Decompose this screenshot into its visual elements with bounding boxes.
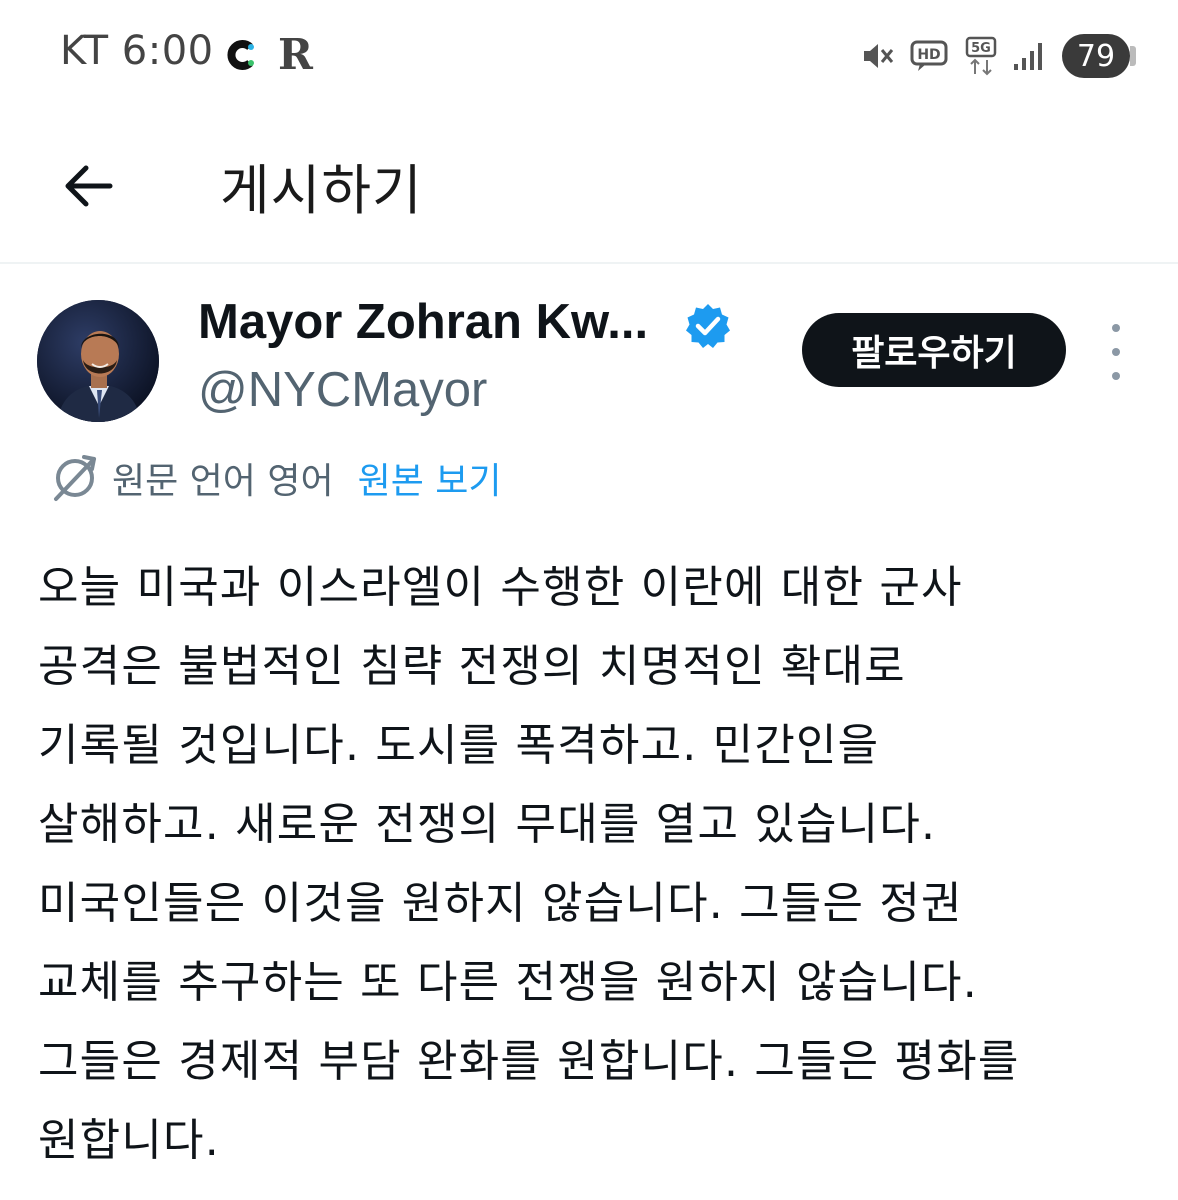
translate-icon xyxy=(54,455,96,501)
author-handle[interactable]: @NYCMayor xyxy=(198,362,487,418)
post-text-line: 기록될 것입니다. 도시를 폭격하고. 민간인을 xyxy=(38,720,880,771)
svg-text:5G: 5G xyxy=(971,41,991,56)
svg-text:HD: HD xyxy=(917,47,940,63)
arrow-left-icon xyxy=(65,165,113,207)
verified-badge-icon xyxy=(686,304,730,348)
show-original-link[interactable]: 원본 보기 xyxy=(358,452,502,504)
follow-button[interactable]: 팔로우하기 xyxy=(802,313,1066,387)
app-c-icon xyxy=(227,40,254,70)
avatar[interactable] xyxy=(37,300,159,422)
post-text-line: 원합니다. xyxy=(38,1115,220,1166)
mute-icon xyxy=(860,38,896,74)
post-body: 오늘 미국과 이스라엘이 수행한 이란에 대한 군사 공격은 불법적인 침략 전… xyxy=(38,548,1138,1180)
post-text-line: 살해하고. 새로운 전쟁의 무대를 열고 있습니다. xyxy=(38,799,937,850)
post-text-line: 오늘 미국과 이스라엘이 수행한 이란에 대한 군사 xyxy=(38,562,963,613)
more-options-button[interactable] xyxy=(1100,324,1132,380)
hd-icon: HD xyxy=(910,39,950,73)
network-5g-icon: 5G xyxy=(964,36,998,76)
author-name[interactable]: Mayor Zohran Kw... xyxy=(198,294,648,350)
post-text-line: 미국인들은 이것을 원하지 않습니다. 그들은 정권 xyxy=(38,878,963,929)
status-icons: HD 5G 79 xyxy=(846,32,1136,80)
battery-icon: 79 xyxy=(1062,34,1136,78)
translation-row: 원문 언어 영어 원본 보기 xyxy=(50,450,502,506)
page-title: 게시하기 xyxy=(220,159,423,222)
carrier-time: KT 6:00 xyxy=(60,28,214,74)
translation-label: 원문 언어 영어 xyxy=(112,461,334,502)
back-button[interactable] xyxy=(56,154,120,218)
page-header: 게시하기 xyxy=(0,110,1178,264)
app-r-icon: R xyxy=(278,30,313,79)
post-text-line: 공격은 불법적인 침략 전쟁의 치명적인 확대로 xyxy=(38,641,906,692)
avatar-image xyxy=(37,300,159,422)
status-bar: KT 6:00 R HD 5G 79 xyxy=(0,0,1178,110)
post-text-line: 그들은 경제적 부담 완화를 원합니다. 그들은 평화를 xyxy=(38,1036,1020,1087)
post-text-line: 교체를 추구하는 또 다른 전쟁을 원하지 않습니다. xyxy=(38,957,978,1008)
more-vertical-icon xyxy=(1112,324,1120,332)
signal-icon xyxy=(1012,40,1046,72)
